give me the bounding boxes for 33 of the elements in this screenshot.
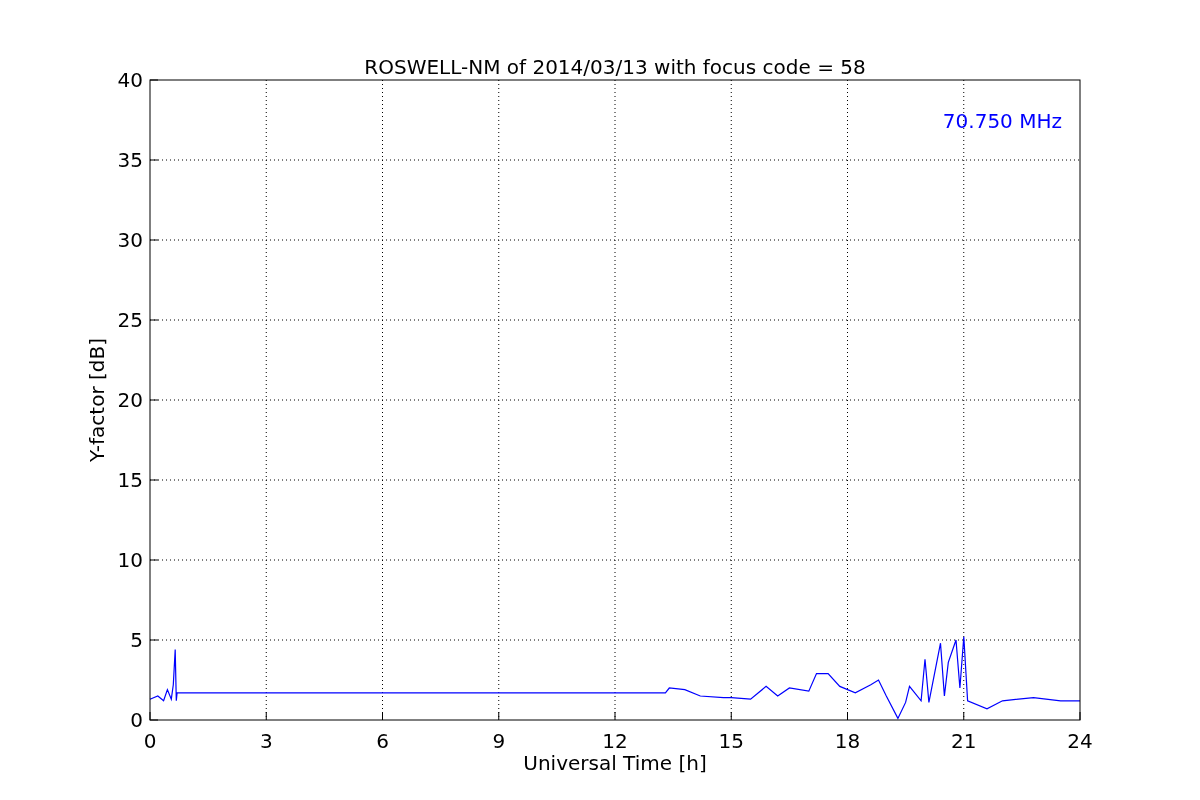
y-tick-label: 10 bbox=[117, 548, 143, 572]
x-tick-label: 18 bbox=[834, 729, 861, 753]
y-tick-label: 40 bbox=[117, 68, 143, 92]
x-tick-label: 6 bbox=[376, 729, 389, 753]
x-tick-label: 0 bbox=[143, 729, 157, 753]
x-tick bbox=[963, 711, 965, 721]
x-tick-label: 9 bbox=[492, 729, 506, 753]
y-tick-label: 30 bbox=[117, 228, 143, 252]
x-tick-label: 3 bbox=[259, 729, 273, 753]
y-tick-label: 0 bbox=[130, 708, 143, 732]
x-tick-label: 24 bbox=[1067, 729, 1093, 753]
frequency-annotation: 70.750 MHz bbox=[942, 109, 1062, 133]
y-tick bbox=[149, 719, 159, 721]
y-tick-label: 35 bbox=[117, 148, 143, 172]
chart-title: ROSWELL-NM of 2014/03/13 with focus code = 58 bbox=[364, 55, 866, 79]
y-tick-label: 5 bbox=[130, 628, 143, 652]
y-tick-label: 25 bbox=[117, 308, 143, 332]
x-tick-label: 21 bbox=[951, 729, 977, 753]
y-axis-label: Y-factor [dB] bbox=[85, 338, 109, 462]
y-tick-label: 15 bbox=[117, 468, 143, 492]
x-tick bbox=[614, 711, 616, 721]
x-tick bbox=[1079, 711, 1081, 721]
x-tick bbox=[265, 711, 267, 721]
x-tick bbox=[847, 711, 848, 721]
y-tick bbox=[149, 79, 159, 81]
x-tick bbox=[498, 711, 500, 721]
x-tick bbox=[730, 711, 732, 721]
x-tick bbox=[149, 711, 151, 721]
x-tick-label: 12 bbox=[602, 729, 628, 753]
x-tick bbox=[382, 711, 383, 721]
y-tick-label: 20 bbox=[117, 388, 143, 412]
x-tick-label: 15 bbox=[718, 729, 744, 753]
x-axis-label: Universal Time [h] bbox=[523, 751, 707, 775]
